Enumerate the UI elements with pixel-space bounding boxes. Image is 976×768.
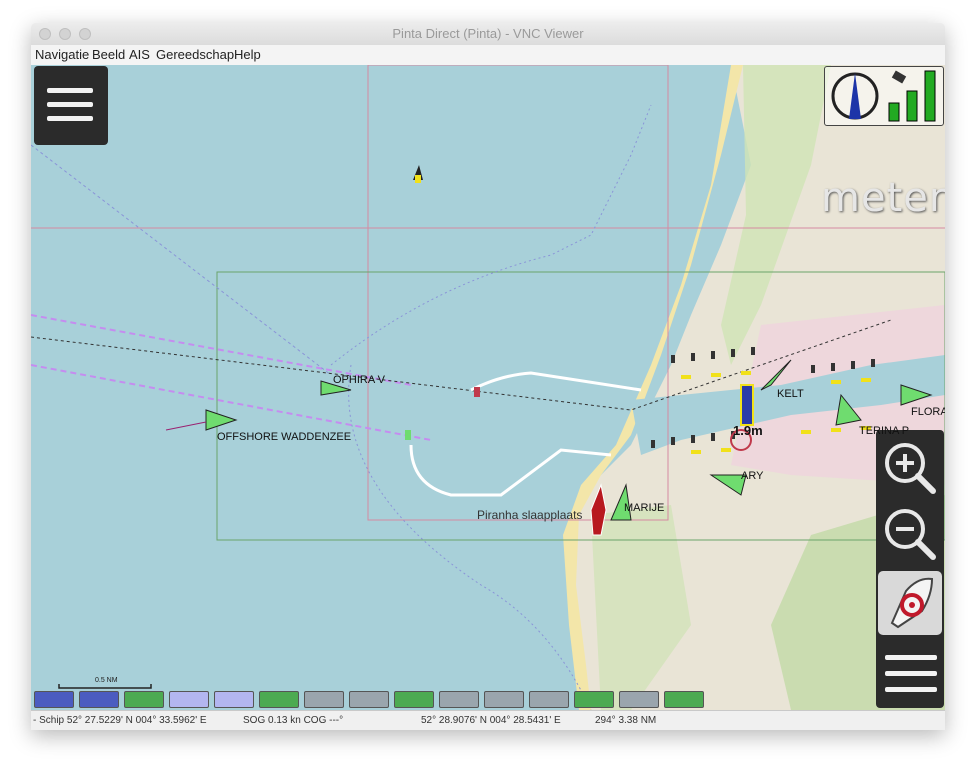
poi-label[interactable]: Piranha slaapplaats [477, 508, 582, 522]
ais-target-offshore [205, 409, 238, 431]
menu-navigatie[interactable]: Navigatie [35, 47, 89, 62]
vnc-window: Pinta Direct (Pinta) - VNC Viewer Naviga… [31, 23, 945, 730]
menu-help[interactable]: Help [234, 47, 261, 62]
layer-swatch[interactable] [664, 691, 704, 708]
pier-north [470, 371, 642, 392]
layer-swatch[interactable] [394, 691, 434, 708]
menu-ais[interactable]: AIS [129, 47, 150, 62]
depth-label: 1.9m [733, 423, 763, 438]
layer-swatch[interactable] [439, 691, 479, 708]
vessel-label-flora[interactable]: FLORA [911, 406, 945, 418]
layer-swatch[interactable] [619, 691, 659, 708]
scale-label: 0.5 NM [95, 677, 118, 684]
bearing-distance: 294° 3.38 NM [595, 715, 657, 726]
chart-map[interactable]: meter OPHIRA V OFFSHORE WADDENZEE KELT M… [31, 65, 945, 710]
vessel-label-ophira[interactable]: OPHIRA V [333, 374, 385, 386]
layer-swatch[interactable] [529, 691, 569, 708]
layer-swatch[interactable] [349, 691, 389, 708]
layer-swatch[interactable] [34, 691, 74, 708]
follow-boat-button[interactable] [878, 571, 942, 635]
layer-swatch[interactable] [484, 691, 524, 708]
window-title: Pinta Direct (Pinta) - VNC Viewer [392, 26, 584, 41]
layer-swatch[interactable] [574, 691, 614, 708]
sog-cog: SOG 0.13 kn COG ---° [243, 715, 344, 726]
layer-swatch[interactable] [214, 691, 254, 708]
vessel-label-terina[interactable]: TERINA P [859, 425, 909, 437]
layer-swatch[interactable] [259, 691, 299, 708]
cursor-position: 52° 28.9076' N 004° 28.5431' E [421, 715, 561, 726]
zoom-out-icon [885, 509, 936, 560]
layer-swatches [31, 689, 945, 709]
zoom-in-button[interactable] [879, 437, 941, 499]
vessel-label-offshore[interactable]: OFFSHORE WADDENZEE [217, 431, 351, 443]
layer-swatch[interactable] [169, 691, 209, 708]
satellite-signal-icon [888, 70, 936, 122]
layer-swatch[interactable] [124, 691, 164, 708]
vessel-label-ary[interactable]: ARY [741, 470, 763, 482]
layer-swatch[interactable] [304, 691, 344, 708]
title-bar: Pinta Direct (Pinta) - VNC Viewer [31, 23, 945, 46]
zoom-in-icon [885, 443, 936, 494]
layer-swatch[interactable] [79, 691, 119, 708]
boat-follow-icon [890, 577, 934, 629]
instrument-panel[interactable] [824, 66, 944, 126]
menu-beeld[interactable]: Beeld [92, 47, 125, 62]
chart-canvas [31, 65, 945, 710]
ship-position: - Schip 52° 27.5229' N 004° 33.5962' E [33, 715, 207, 726]
zoom-out-button[interactable] [879, 503, 941, 565]
vessel-label-kelt[interactable]: KELT [777, 388, 804, 400]
menu-gereedschap[interactable]: Gereedschap [156, 47, 234, 62]
status-bar: - Schip 52° 27.5229' N 004° 33.5962' E S… [31, 710, 945, 730]
vessel-label-marije[interactable]: MARIJE [624, 502, 664, 514]
unit-overlay: meter [821, 175, 945, 221]
compass-icon [831, 72, 879, 120]
depth-gauge [740, 384, 754, 426]
menu-bar: Navigatie Beeld AIS Gereedschap Help [31, 45, 945, 66]
main-menu-button[interactable] [34, 66, 108, 145]
